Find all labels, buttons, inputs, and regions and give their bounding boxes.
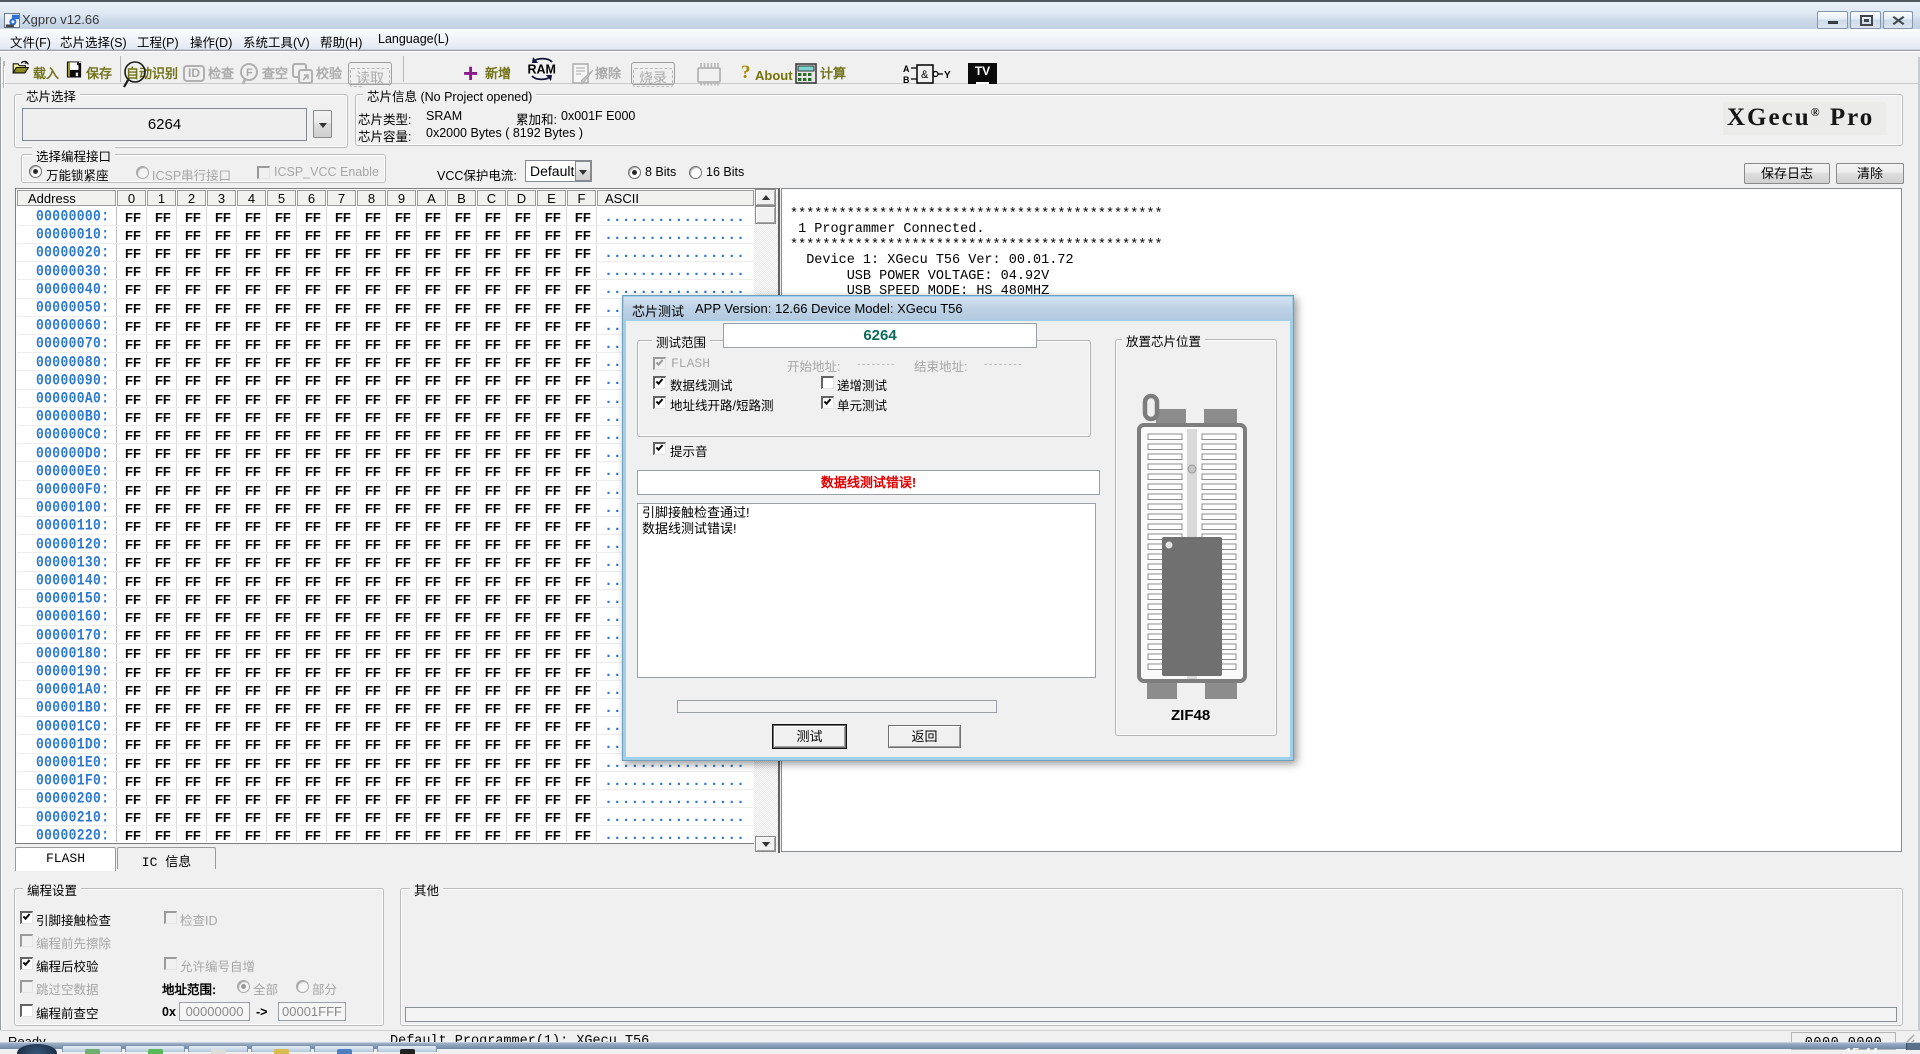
svg-text:&: &	[921, 69, 929, 81]
svg-text:Y: Y	[944, 70, 951, 81]
svg-text:F: F	[246, 67, 253, 79]
svg-text:RAM: RAM	[528, 63, 556, 77]
svg-text:A: A	[903, 64, 910, 74]
svg-text:B: B	[903, 75, 910, 85]
